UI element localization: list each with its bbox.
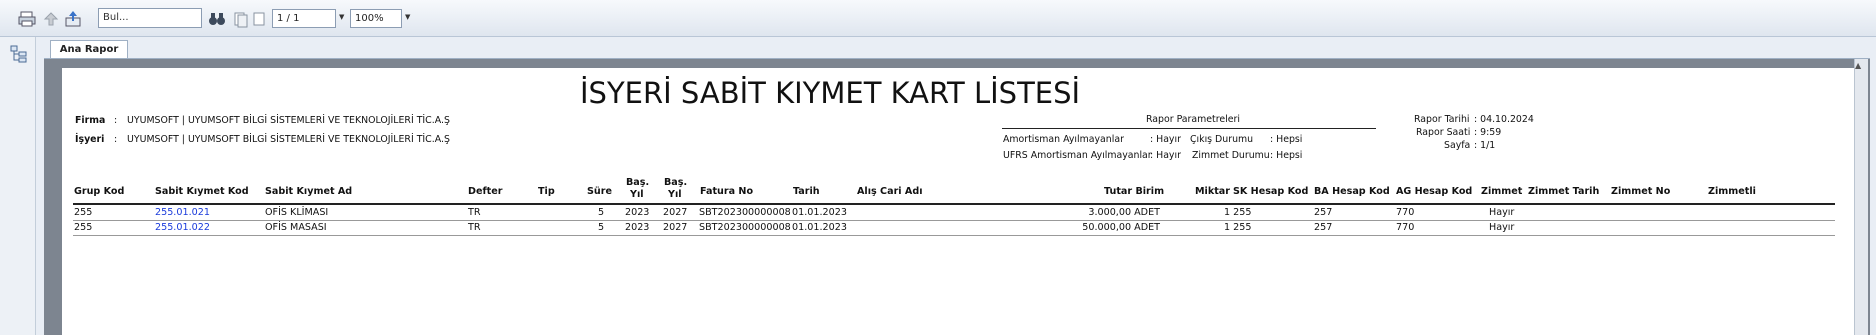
- cell-bas-yil-1: 2023: [625, 207, 650, 218]
- col-sure: Süre: [587, 186, 612, 197]
- cell-sabit-kiymet-ad: OFİS MASASI: [265, 222, 327, 233]
- firma-value: UYUMSOFT | UYUMSOFT BİLGİ SİSTEMLERİ VE …: [127, 115, 450, 126]
- rapor-saati-label: Rapor Saati: [1416, 127, 1471, 138]
- rapor-tarihi-value: : 04.10.2024: [1474, 114, 1534, 125]
- col-sabit-kiymet-kod: Sabit Kıymet Kod: [155, 186, 249, 197]
- isyeri-value: UYUMSOFT | UYUMSOFT BİLGİ SİSTEMLERİ VE …: [127, 134, 450, 145]
- page-dropdown-arrow-icon[interactable]: ▼: [339, 13, 344, 21]
- col-zimmetli: Zimmetli: [1708, 186, 1756, 197]
- col-alis-cari-adi: Alış Cari Adı: [857, 186, 923, 197]
- cell-bas-yil-2: 2027: [663, 222, 688, 233]
- zoom-dropdown-arrow-icon[interactable]: ▼: [405, 13, 410, 21]
- params-underline: [1002, 128, 1376, 129]
- isyeri-label: İşyeri: [75, 134, 105, 145]
- cell-sabit-kiymet-kod-link[interactable]: 255.01.022: [155, 222, 210, 233]
- row-divider: [73, 220, 1835, 221]
- row-divider: [73, 235, 1835, 236]
- col-sabit-kiymet-ad: Sabit Kıymet Ad: [265, 186, 353, 197]
- col-grup-kod: Grup Kod: [74, 186, 125, 197]
- report-toolbar: Bul... 1 / 1 ▼ 100% ▼: [0, 0, 1876, 37]
- cell-miktar-sk-hesap: 1 255: [1224, 207, 1252, 218]
- binoculars-icon[interactable]: [206, 8, 226, 28]
- cell-fatura-no: SBT202300000008: [699, 207, 791, 218]
- cell-sure: 5: [598, 222, 605, 233]
- firma-label: Firma: [75, 115, 106, 126]
- rapor-tarihi-label: Rapor Tarihi: [1414, 114, 1470, 125]
- cell-ba-hesap-kod: 257: [1314, 207, 1333, 218]
- param-ufrs-value: : Hayır: [1150, 150, 1181, 161]
- cell-tarih: 01.01.2023: [792, 207, 847, 218]
- col-ag-hesap-kod: AG Hesap Kod: [1396, 186, 1473, 197]
- col-fatura-no: Fatura No: [700, 186, 754, 197]
- back-arrow-icon[interactable]: [40, 8, 60, 28]
- params-title: Rapor Parametreleri: [1146, 114, 1240, 125]
- col-tip: Tip: [538, 186, 555, 197]
- cell-sabit-kiymet-ad: OFİS KLİMASI: [265, 207, 329, 218]
- col-tarih: Tarih: [793, 186, 820, 197]
- cell-fatura-no: SBT202300000008: [699, 222, 791, 233]
- export-icon[interactable]: [62, 8, 82, 28]
- document-map-icon[interactable]: [9, 44, 29, 68]
- col-zimmet-tarih: Zimmet Tarih: [1528, 186, 1600, 197]
- col-bas-yil-2-bottom: Yıl: [668, 189, 682, 200]
- cell-zimmet: Hayır: [1489, 207, 1515, 218]
- col-zimmet-no: Zimmet No: [1611, 186, 1671, 197]
- param-cikis-label: Çıkış Durumu: [1190, 134, 1254, 145]
- find-input[interactable]: Bul...: [98, 8, 202, 28]
- cell-sure: 5: [598, 207, 605, 218]
- col-ba-hesap-kod: BA Hesap Kod: [1314, 186, 1390, 197]
- vertical-scrollbar[interactable]: [1854, 59, 1868, 335]
- cell-ag-hesap-kod: 770: [1396, 207, 1415, 218]
- sayfa-value: : 1/1: [1474, 140, 1496, 151]
- table-header-rule: [73, 203, 1835, 205]
- cell-sabit-kiymet-kod-link[interactable]: 255.01.021: [155, 207, 210, 218]
- param-zimmet-value: : Hepsi: [1270, 150, 1303, 161]
- param-amortisman-value: : Hayır: [1150, 134, 1181, 145]
- print-icon[interactable]: [16, 8, 36, 28]
- left-panel: [0, 37, 36, 335]
- isyeri-separator: :: [114, 134, 118, 145]
- page-number-field[interactable]: 1 / 1: [272, 9, 336, 28]
- col-sk-hesap-kod: SK Hesap Kod: [1233, 186, 1309, 197]
- cell-tarih: 01.01.2023: [792, 222, 847, 233]
- param-amortisman-label: Amortisman Ayılmayanlar: [1003, 134, 1124, 145]
- cell-defter: TR: [468, 222, 481, 233]
- zoom-select[interactable]: 100%: [350, 9, 402, 28]
- col-bas-yil-1-top: Baş.: [626, 177, 650, 188]
- col-bas-yil-2-top: Baş.: [664, 177, 688, 188]
- cell-ba-hesap-kod: 257: [1314, 222, 1333, 233]
- col-bas-yil-1-bottom: Yıl: [630, 189, 644, 200]
- cell-grup-kod: 255: [74, 207, 93, 218]
- sayfa-label: Sayfa: [1444, 140, 1471, 151]
- col-defter: Defter: [468, 186, 503, 197]
- cell-ag-hesap-kod: 770: [1396, 222, 1415, 233]
- cell-defter: TR: [468, 207, 481, 218]
- report-title: İSYERİ SABİT KIYMET KART LİSTESİ: [580, 76, 1081, 110]
- param-zimmet-label: Zimmet Durumu: [1192, 150, 1270, 161]
- col-zimmet: Zimmet: [1481, 186, 1523, 197]
- prev-page-icon[interactable]: [248, 8, 268, 28]
- cell-tutar-birim: 3.000,00 ADET: [1088, 207, 1160, 218]
- scroll-up-arrow-icon[interactable]: ▲: [1855, 61, 1861, 70]
- cell-zimmet: Hayır: [1489, 222, 1515, 233]
- first-page-icon[interactable]: [230, 8, 250, 28]
- cell-bas-yil-1: 2023: [625, 222, 650, 233]
- cell-bas-yil-2: 2027: [663, 207, 688, 218]
- tab-ana-rapor[interactable]: Ana Rapor: [50, 40, 128, 59]
- cell-grup-kod: 255: [74, 222, 93, 233]
- param-cikis-value: : Hepsi: [1270, 134, 1303, 145]
- param-ufrs-label: UFRS Amortisman Ayılmayanlar: [1003, 150, 1152, 161]
- col-tutar-birim: Tutar Birim: [1104, 186, 1165, 197]
- col-miktar: Miktar: [1195, 186, 1231, 197]
- cell-tutar-birim: 50.000,00 ADET: [1082, 222, 1160, 233]
- rapor-saati-value: : 9:59: [1474, 127, 1502, 138]
- cell-miktar-sk-hesap: 1 255: [1224, 222, 1252, 233]
- firma-separator: :: [114, 115, 118, 126]
